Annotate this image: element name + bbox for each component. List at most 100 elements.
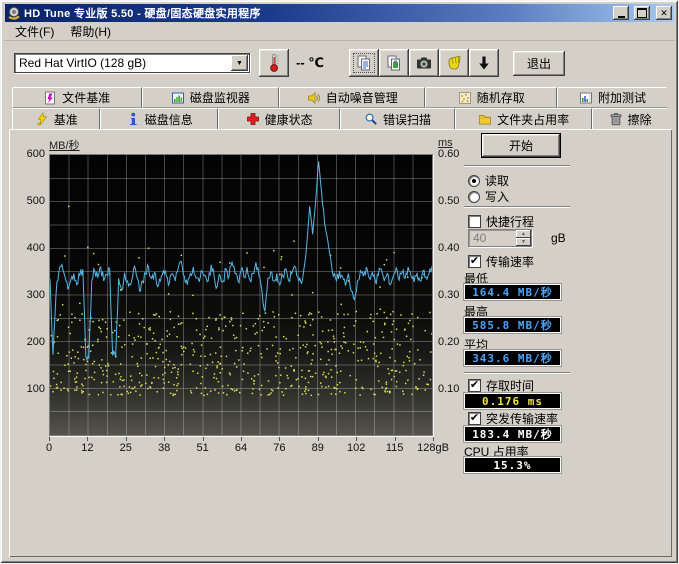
info-icon: [126, 112, 140, 126]
menu-file[interactable]: 文件(F): [8, 21, 61, 42]
separator: [464, 372, 570, 374]
tab-error-scan[interactable]: 错误扫描: [340, 108, 455, 129]
x-axis-tickmark: [318, 437, 319, 441]
menu-help[interactable]: 帮助(H): [63, 21, 118, 42]
minimize-button[interactable]: [613, 6, 629, 20]
close-button[interactable]: [656, 6, 672, 20]
plot-canvas: [49, 154, 433, 436]
window-title: HD Tune 专业版 5.50 - 硬盘/固态硬盘实用程序: [24, 5, 608, 21]
x-axis-tickmark: [241, 437, 242, 441]
tab-label: 基准: [54, 111, 78, 128]
x-axis-tickmark: [87, 437, 88, 441]
tab-row-front: 基准 磁盘信息 健康状态 错误扫描 文件夹占用率 擦除: [12, 108, 667, 129]
read-radio[interactable]: [468, 175, 480, 187]
x-axis-tickmark: [126, 437, 127, 441]
tab-label: 健康状态: [265, 111, 313, 128]
title-bar[interactable]: HD Tune 专业版 5.50 - 硬盘/固态硬盘实用程序: [5, 4, 674, 22]
x-axis-tickmark: [164, 437, 165, 441]
access-time-display: 0.176 ms: [464, 393, 561, 409]
x-axis-tickmark: [203, 437, 204, 441]
tab-erase[interactable]: 擦除: [592, 108, 667, 129]
read-radio-label: 读取: [485, 172, 509, 189]
start-button[interactable]: 开始: [482, 134, 560, 157]
stepper-buttons[interactable]: ▲▼: [516, 230, 531, 246]
tab-health[interactable]: 健康状态: [218, 108, 340, 129]
temperature-unit: ℃: [308, 55, 324, 70]
tab-label: 文件夹占用率: [497, 111, 569, 128]
tab-extra-tests[interactable]: 附加测试: [557, 87, 667, 108]
down-arrow-icon: [475, 54, 493, 72]
tab-label: 自动噪音管理: [326, 89, 398, 106]
magnifier-icon: [364, 112, 378, 126]
tab-random-access[interactable]: 随机存取: [425, 87, 557, 108]
read-mode-option[interactable]: 读取: [468, 172, 509, 189]
short-stroke-checkbox[interactable]: [468, 215, 481, 228]
chevron-down-icon[interactable]: ▼: [231, 55, 248, 71]
burst-rate-label: 突发传输速率: [486, 410, 558, 427]
folder-icon: [478, 112, 492, 126]
copy-text-button[interactable]: [349, 49, 379, 77]
left-axis-title: MB/秒: [49, 137, 80, 153]
x-axis-tick: 128gB: [410, 442, 456, 454]
drive-select[interactable]: Red Hat VirtIO (128 gB) ▼: [14, 53, 250, 73]
transfer-rate-checkbox[interactable]: ✔: [468, 255, 481, 268]
y-axis-tick: 600: [13, 148, 45, 160]
start-button-label: 开始: [509, 137, 533, 154]
tab-file-benchmark[interactable]: 文件基准: [12, 87, 142, 108]
benchmark-controls: 开始 读取 写入 快捷行程 40 ▲▼ gB ✔: [456, 129, 670, 557]
exit-button-label: 退出: [527, 55, 551, 72]
tab-label: 擦除: [628, 111, 652, 128]
max-speed-display: 585.8 MB/秒: [464, 317, 561, 333]
temperature-button[interactable]: [259, 49, 289, 77]
hand-button[interactable]: [439, 49, 469, 77]
stepper-up-icon[interactable]: ▲: [516, 230, 531, 238]
copy-text-icon: [355, 54, 373, 72]
tab-folder-usage[interactable]: 文件夹占用率: [455, 108, 592, 129]
short-stroke-size-stepper[interactable]: 40 ▲▼: [468, 229, 532, 247]
separator: [464, 165, 570, 167]
toolbar: Red Hat VirtIO (128 gB) ▼ -- ℃: [4, 41, 675, 85]
tab-benchmark[interactable]: 基准: [12, 108, 100, 129]
copy-image-button[interactable]: [379, 49, 409, 77]
screenshot-button[interactable]: [409, 49, 439, 77]
app-logo-icon: [7, 6, 21, 20]
thermometer-icon: [266, 53, 282, 73]
trash-icon: [609, 112, 623, 126]
tab-label: 附加测试: [598, 89, 646, 106]
y-axis-tick: 300: [13, 289, 45, 301]
tab-disk-monitor[interactable]: 磁盘监视器: [142, 87, 279, 108]
short-stroke-option[interactable]: 快捷行程: [468, 213, 534, 230]
short-stroke-label: 快捷行程: [486, 213, 534, 230]
y-axis-tick: 400: [13, 242, 45, 254]
tab-label: 随机存取: [477, 89, 525, 106]
maximize-button[interactable]: [634, 6, 650, 20]
write-radio-label: 写入: [485, 188, 509, 205]
transfer-rate-option[interactable]: ✔ 传输速率: [468, 253, 534, 270]
x-axis-tickmark: [395, 437, 396, 441]
write-radio[interactable]: [468, 191, 480, 203]
copy-image-icon: [385, 54, 403, 72]
tab-aam[interactable]: 自动噪音管理: [279, 87, 425, 108]
exit-button[interactable]: 退出: [513, 51, 565, 76]
benchmark-chart: MB/秒 ms 600500400300200100 0.600.500.400…: [11, 129, 456, 557]
short-stroke-size-value: 40: [469, 231, 516, 245]
access-time-label: 存取时间: [486, 377, 534, 394]
app-window: HD Tune 专业版 5.50 - 硬盘/固态硬盘实用程序 文件(F) 帮助(…: [0, 0, 679, 564]
x-axis-tickmark: [49, 437, 50, 441]
burst-rate-option[interactable]: ✔ 突发传输速率: [468, 410, 558, 427]
tab-disk-info[interactable]: 磁盘信息: [100, 108, 218, 129]
tab-strip: 文件基准 磁盘监视器 自动噪音管理 随机存取 附加测试 基准: [12, 87, 667, 129]
access-time-checkbox[interactable]: ✔: [468, 379, 481, 392]
extra-tests-icon: [579, 91, 593, 105]
tab-label: 磁盘信息: [145, 111, 193, 128]
temperature-readout: -- ℃: [296, 55, 324, 71]
save-results-button[interactable]: [469, 49, 499, 77]
hand-icon: [445, 54, 463, 72]
x-axis-tickmark: [356, 437, 357, 441]
burst-rate-checkbox[interactable]: ✔: [468, 412, 481, 425]
access-time-option[interactable]: ✔ 存取时间: [468, 377, 534, 394]
transfer-rate-label: 传输速率: [486, 253, 534, 270]
write-mode-option[interactable]: 写入: [468, 188, 509, 205]
stepper-down-icon[interactable]: ▼: [516, 238, 531, 246]
file-benchmark-icon: [43, 91, 57, 105]
